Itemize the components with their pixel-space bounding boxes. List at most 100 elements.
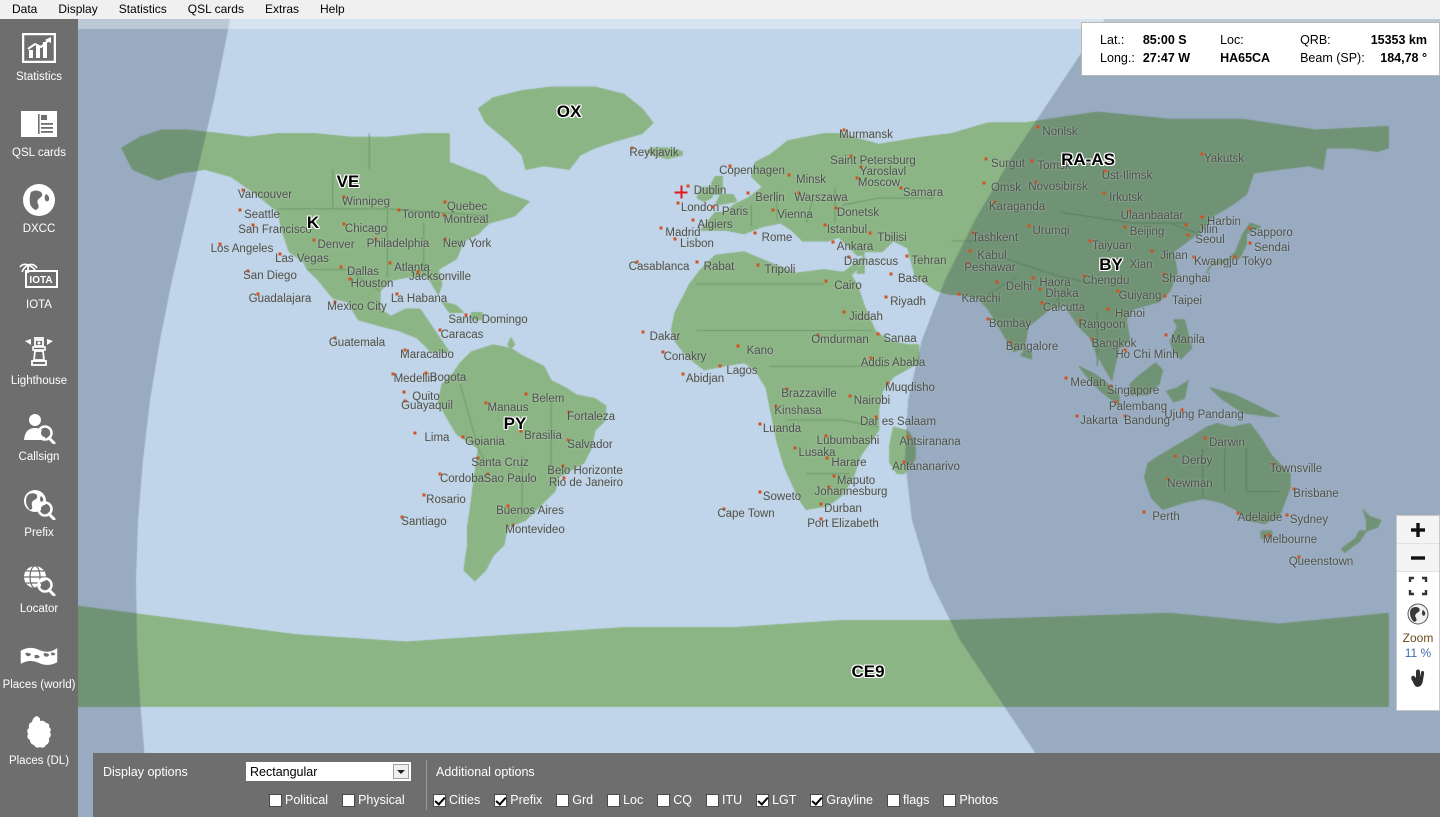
checkbox-political[interactable]: Political [269,793,328,807]
germany-map-icon [19,712,59,752]
checkbox-label: flags [902,793,930,807]
menu-item-display[interactable]: Display [49,1,106,19]
checkbox-cq[interactable]: CQ [657,793,692,807]
city-dot [342,222,346,226]
city-dot [823,223,827,227]
city-dot [728,164,732,168]
sidebar-item-label: Lighthouse [10,375,68,387]
sidebar-item-callsign[interactable]: Callsign [0,399,78,475]
city-dot [1272,462,1276,466]
checkbox-box[interactable] [705,793,719,807]
sidebar-item-label: Prefix [24,527,54,539]
checkbox-box[interactable] [943,793,957,807]
checkbox-loc[interactable]: Loc [607,793,643,807]
sidebar-item-dxcc[interactable]: DXCC [0,171,78,247]
sidebar-item-statistics[interactable]: Statistics [0,19,78,95]
chevron-down-icon[interactable] [393,764,409,779]
city-dot [635,260,639,264]
world-map[interactable]: Reykjavik Vancouver Seattle San Francisco Lo… [78,19,1440,817]
city-dot [995,280,999,284]
city-dot [691,218,695,222]
checkbox-box[interactable] [756,793,770,807]
city-dot [957,292,961,296]
checkbox-box[interactable] [342,793,356,807]
map-canvas[interactable] [78,19,1440,817]
city-dot [785,387,789,391]
city-dot [1266,533,1270,537]
checkbox-photos[interactable]: Photos [943,793,998,807]
city-dot [753,231,757,235]
pan-tool-button[interactable] [1397,665,1439,693]
checkbox-prefix[interactable]: Prefix [494,793,542,807]
checkbox-itu[interactable]: ITU [705,793,742,807]
qth-marker-icon [674,185,688,199]
city-dot [899,186,903,190]
sidebar-item-label: Locator [19,603,59,615]
sidebar-item-lighthouse[interactable]: Lighthouse [0,323,78,399]
checkbox-box[interactable] [433,793,446,807]
city-dot [886,381,890,385]
city-dot [1297,555,1301,559]
projection-select-value: Rectangular [250,764,318,779]
checkbox-physical[interactable]: Physical [342,793,405,807]
menu-item-extras[interactable]: Extras [256,1,308,19]
city-dot [819,517,823,521]
menu-item-statistics[interactable]: Statistics [110,1,176,19]
city-dot [889,272,893,276]
menu-item-help[interactable]: Help [311,1,354,19]
checkbox-grd[interactable]: Grd [556,793,593,807]
checkbox-box[interactable] [494,793,508,807]
projection-select[interactable]: Rectangular [245,761,412,782]
city-dot [486,472,490,476]
sidebar-item-label: Callsign [18,451,60,463]
menu-bar: Data Display Statistics QSL cards Extras… [0,0,1440,19]
checkbox-label: CQ [673,793,692,807]
zoom-in-button[interactable] [1397,516,1439,544]
sidebar-item-places-world[interactable]: Places (world) [0,627,78,703]
checkbox-grayline[interactable]: Grayline [810,793,873,807]
hand-pan-icon [1411,669,1425,687]
zoom-out-button[interactable] [1397,544,1439,572]
fit-bounds-button[interactable] [1397,572,1439,600]
city-dot [1142,510,1146,514]
city-dot [1106,307,1110,311]
city-dot [442,213,446,217]
city-dot [339,265,343,269]
city-dot [416,270,420,274]
menu-item-qsl-cards[interactable]: QSL cards [179,1,253,19]
coordinate-info-panel: Lat.: 85:00 S Loc: QRB: 15353 km Long.: … [1081,22,1440,76]
checkbox-box[interactable] [607,793,621,807]
checkbox-box[interactable] [657,793,671,807]
sidebar-item-prefix[interactable]: Prefix [0,475,78,551]
checkbox-box[interactable] [556,793,570,807]
city-dot [971,231,975,235]
city-dot [1064,376,1068,380]
city-dot [484,401,488,405]
menu-item-data[interactable]: Data [3,1,46,19]
checkbox-box[interactable] [269,793,282,807]
city-dot [1031,276,1035,280]
checkbox-box[interactable] [810,793,824,807]
city-dot [1034,180,1038,184]
sidebar-item-locator[interactable]: Locator [0,551,78,627]
sidebar-item-places-dl[interactable]: Places (DL) [0,703,78,779]
city-dot [859,165,863,169]
sidebar-item-iota[interactable]: IOTA IOTA [0,247,78,323]
lat-value: 85:00 S [1142,33,1187,47]
city-dot [847,255,851,259]
checkbox-flags[interactable]: flags [886,793,930,807]
city-dot [868,231,872,235]
sidebar-item-qsl-cards[interactable]: QSL cards [0,95,78,171]
city-dot [1109,384,1113,388]
long-label: Long.: [1100,51,1135,65]
qrb-label: QRB: [1300,33,1331,47]
sidebar-item-label: IOTA [26,299,52,311]
city-dot [1192,255,1196,259]
globe-view-button[interactable] [1397,600,1439,628]
checkbox-cities[interactable]: Cities [433,793,480,807]
checkbox-box[interactable] [886,793,900,807]
city-dot [746,191,750,195]
city-dot [1038,287,1042,291]
checkbox-lgt[interactable]: LGT [756,793,796,807]
sidebar: Statistics QSL cards DXCC IOTA IOTA Ligh… [0,19,78,817]
